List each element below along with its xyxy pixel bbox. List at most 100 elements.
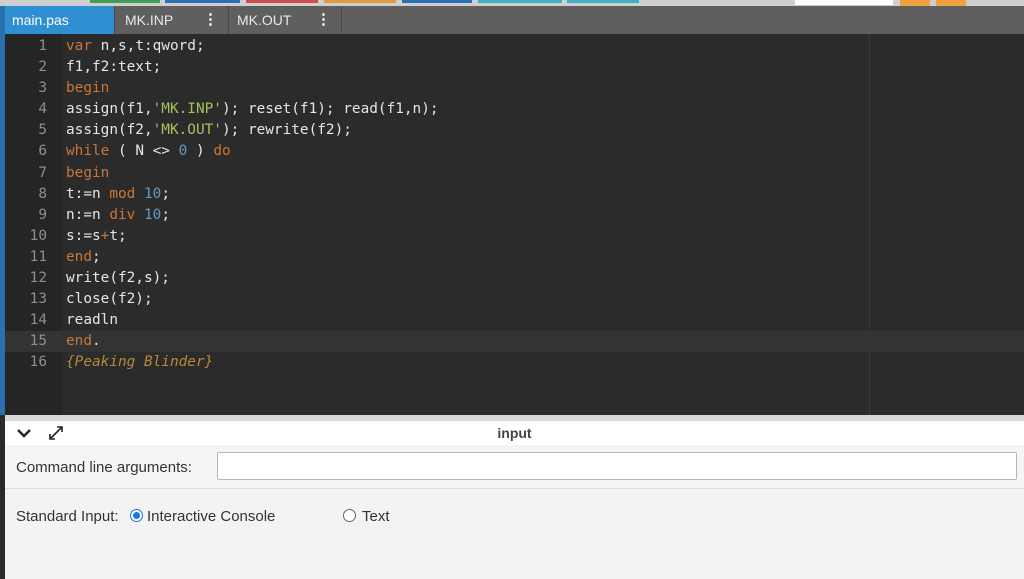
strip-segment [567,0,639,3]
code-token: ( N <> [109,143,179,160]
code-token: n:=n [66,206,110,223]
code-token: assign(f1, [66,101,153,118]
code-editor[interactable]: 1 var n,s,t:qword; 2 f1,f2:text; 3 begin 4 assi… [5,34,1024,415]
line-number: 5 [38,122,47,139]
code-line[interactable]: 10 s:=s+t; [5,226,1024,247]
code-token: ; [161,206,170,223]
code-token: close(f2); [66,291,153,308]
tab-menu-icon[interactable]: ⋮ [203,11,218,29]
code-line[interactable]: 8 t:=n mod 10; [5,184,1024,205]
code-token: begin [66,164,110,181]
code-token: div [109,206,136,223]
line-number: 10 [29,227,47,244]
text-option-label[interactable]: Text [362,508,390,525]
code-token: s:=s [66,227,101,244]
code-token: {Peaking Blinder} [66,354,214,371]
code-text: n:=n div 10; [66,205,170,226]
code-line[interactable]: 9 n:=n div 10; [5,205,1024,226]
code-line[interactable]: 2 f1,f2:text; [5,57,1024,78]
strip-segment [795,0,893,5]
cmd-args-label: Command line arguments: [16,459,192,476]
code-text: s:=s+t; [66,226,127,247]
code-line[interactable]: 12 write(f2,s); [5,268,1024,289]
line-number: 12 [29,270,47,287]
interactive-console-radio[interactable] [130,509,143,522]
code-line[interactable]: 15 end. [5,331,1024,353]
line-number: 9 [38,206,47,223]
line-number: 1 [38,38,47,54]
tab-mk-inp[interactable]: MK.INP ⋮ [115,6,229,34]
code-token: f1,f2:text; [66,59,162,76]
code-token: assign(f2, [66,122,153,139]
code-line[interactable]: 6 while ( N <> 0 ) do [5,141,1024,162]
code-text: begin [66,78,109,99]
code-text: end. [66,331,101,352]
code-text: {Peaking Blinder} [66,352,213,373]
text-radio[interactable] [343,509,356,522]
code-text: assign(f1,'MK.INP'); reset(f1); read(f1,… [66,99,439,120]
line-number: 16 [29,354,47,371]
line-number: 6 [38,143,47,160]
strip-segment [324,0,396,3]
cmd-args-input[interactable] [217,452,1017,480]
code-line[interactable]: 13 close(f2); [5,289,1024,310]
code-lines[interactable]: 1 var n,s,t:qword; 2 f1,f2:text; 3 begin 4 assi… [5,36,1024,374]
tab-main-pas[interactable]: main.pas [5,6,115,34]
interactive-console-label[interactable]: Interactive Console [147,508,275,525]
code-token: mod [109,185,136,202]
code-token: t:=n [66,185,110,202]
code-token: t; [109,227,127,244]
code-text: end; [66,247,101,268]
code-token: end [66,333,92,350]
code-text: write(f2,s); [66,268,170,289]
code-token: 'MK.OUT' [152,122,222,139]
code-token: ; [92,248,101,265]
code-token: begin [66,80,110,97]
code-token: ) [187,143,214,160]
code-line[interactable]: 7 begin [5,163,1024,184]
tab-menu-icon[interactable]: ⋮ [316,11,331,29]
code-token: 10 [144,206,162,223]
code-text: t:=n mod 10; [66,184,170,205]
line-number: 13 [29,291,47,308]
line-number: 2 [38,59,47,76]
input-panel-header: input [5,421,1024,445]
line-number: 4 [38,101,47,118]
code-token: do [213,143,231,160]
line-number: 7 [38,164,47,181]
code-token: n,s,t:qword; [92,38,205,54]
code-line[interactable]: 3 begin [5,78,1024,99]
code-line[interactable]: 1 var n,s,t:qword; [5,36,1024,57]
input-panel: input Command line arguments: Standard I… [5,415,1024,579]
code-text: f1,f2:text; [66,57,161,78]
code-token: ); reset(f1); read(f1,n); [221,101,439,118]
code-line[interactable]: 11 end; [5,247,1024,268]
code-line[interactable]: 4 assign(f1,'MK.INP'); reset(f1); read(f1… [5,99,1024,120]
code-token: 10 [144,185,162,202]
code-token: ; [161,185,170,202]
code-token: write(f2,s); [66,270,170,287]
code-text: assign(f2,'MK.OUT'); rewrite(f2); [66,120,352,141]
code-token: while [66,143,110,160]
input-panel-title: input [497,425,532,441]
code-line[interactable]: 14 readln [5,310,1024,331]
code-token: 0 [178,143,188,160]
file-tab-bar: main.pas MK.INP ⋮ MK.OUT ⋮ [5,6,1024,34]
code-text: close(f2); [66,289,153,310]
code-line[interactable]: 16 {Peaking Blinder} [5,352,1024,373]
stdin-label: Standard Input: [16,508,119,525]
code-token: end [66,248,92,265]
line-number: 15 [29,333,47,350]
code-line[interactable]: 5 assign(f2,'MK.OUT'); rewrite(f2); [5,120,1024,141]
tab-label: MK.OUT [237,12,292,28]
code-text: while ( N <> 0 ) do [66,141,231,162]
line-number: 3 [38,80,47,97]
command-line-row: Command line arguments: [5,445,1024,489]
tab-mk-out[interactable]: MK.OUT ⋮ [229,6,342,34]
code-text: var n,s,t:qword; [66,36,205,57]
code-token: ); rewrite(f2); [221,122,352,139]
code-token: var [66,38,92,54]
strip-segment [478,0,562,3]
